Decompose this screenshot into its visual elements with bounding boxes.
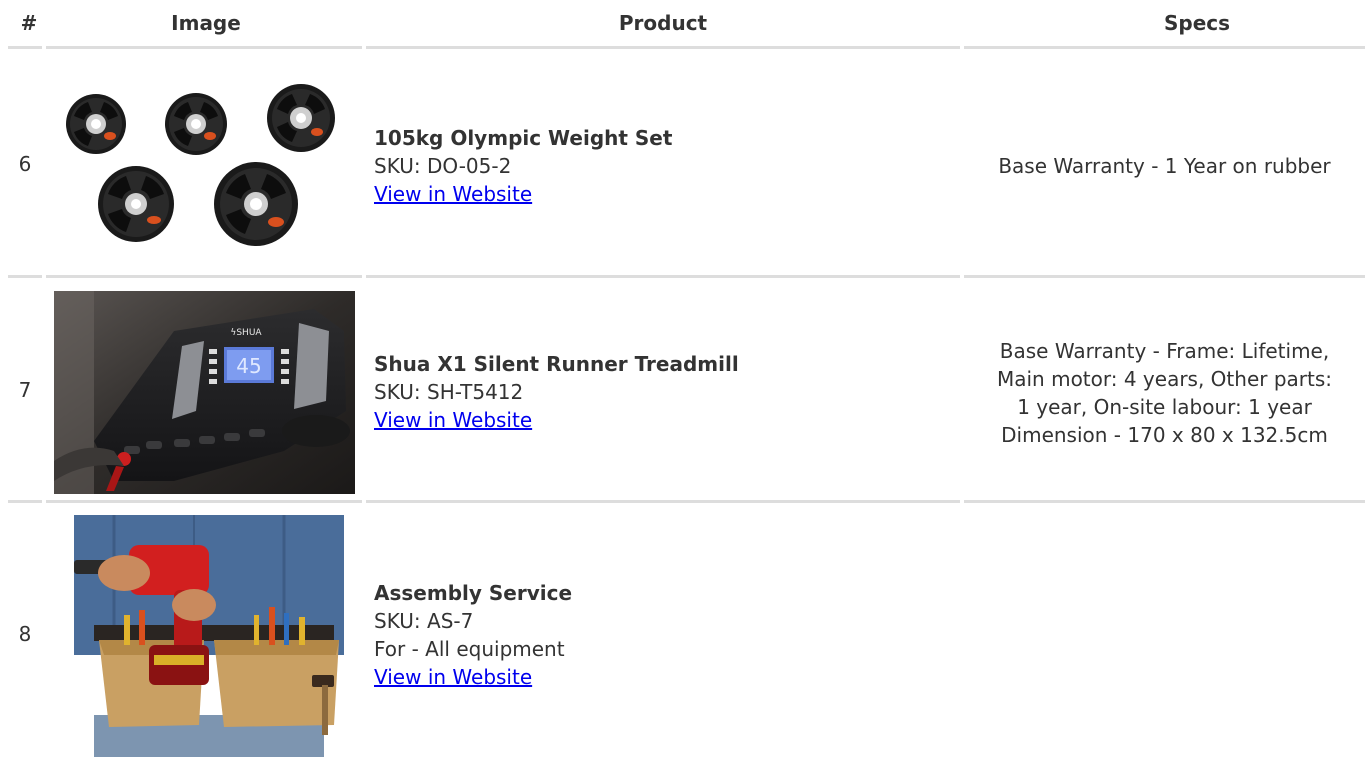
specs-line: Base Warranty - 1 Year on rubber [998,154,1331,178]
view-in-website-link[interactable]: View in Website [374,663,532,691]
view-in-website-link[interactable]: View in Website [374,180,532,208]
view-in-website-link[interactable]: View in Website [374,406,532,434]
row-number: 8 [18,622,32,646]
weight-plates-image[interactable] [58,76,348,250]
tool-belt-drill-icon [54,515,355,757]
product-title: Assembly Service [374,581,573,605]
weight-plates-icon [58,76,348,250]
console-brand-label: ϟSHUA [230,328,262,338]
specs-line: Dimension - 170 x 80 x 132.5cm [1001,423,1328,447]
row-divider [366,275,960,278]
product-cell: Shua X1 Silent Runner Treadmill SKU: SH-… [374,350,954,434]
header-specs: Specs [1163,11,1231,35]
product-sku: SKU: SH-T5412 [374,380,524,404]
header-rule [46,46,362,49]
row-divider [46,500,362,503]
row-number: 7 [18,378,32,402]
specs-cell: Base Warranty - 1 Year on rubber [964,152,1365,180]
row-divider [964,275,1365,278]
header-num: # [20,11,38,35]
header-product: Product [618,11,708,35]
product-title: Shua X1 Silent Runner Treadmill [374,352,739,376]
console-display-value: 45 [236,354,261,378]
treadmill-console-icon: 45 ϟSHUA [54,291,355,494]
row-divider [46,275,362,278]
product-cell: 105kg Olympic Weight Set SKU: DO-05-2 Vi… [374,124,954,208]
product-sku: SKU: AS-7 [374,609,474,633]
specs-line: Main motor: 4 years, Other parts: [996,367,1333,391]
treadmill-console-image[interactable]: 45 ϟSHUA [54,291,355,494]
header-rule [366,46,960,49]
row-divider [8,500,42,503]
specs-cell: Base Warranty - Frame: Lifetime, Main mo… [964,337,1365,449]
header-image: Image [171,11,241,35]
product-sku: SKU: DO-05-2 [374,154,512,178]
row-divider [366,500,960,503]
row-divider [8,275,42,278]
header-rule [8,46,42,49]
product-title: 105kg Olympic Weight Set [374,126,673,150]
row-number: 6 [18,152,32,176]
row-divider [964,500,1365,503]
specs-line: Base Warranty - Frame: Lifetime, [999,339,1330,363]
tool-belt-drill-image[interactable] [54,515,355,757]
header-rule [964,46,1365,49]
product-cell: Assembly Service SKU: AS-7 For - All equ… [374,579,954,691]
product-extra: For - All equipment [374,637,565,661]
specs-line: 1 year, On-site labour: 1 year [1017,395,1312,419]
